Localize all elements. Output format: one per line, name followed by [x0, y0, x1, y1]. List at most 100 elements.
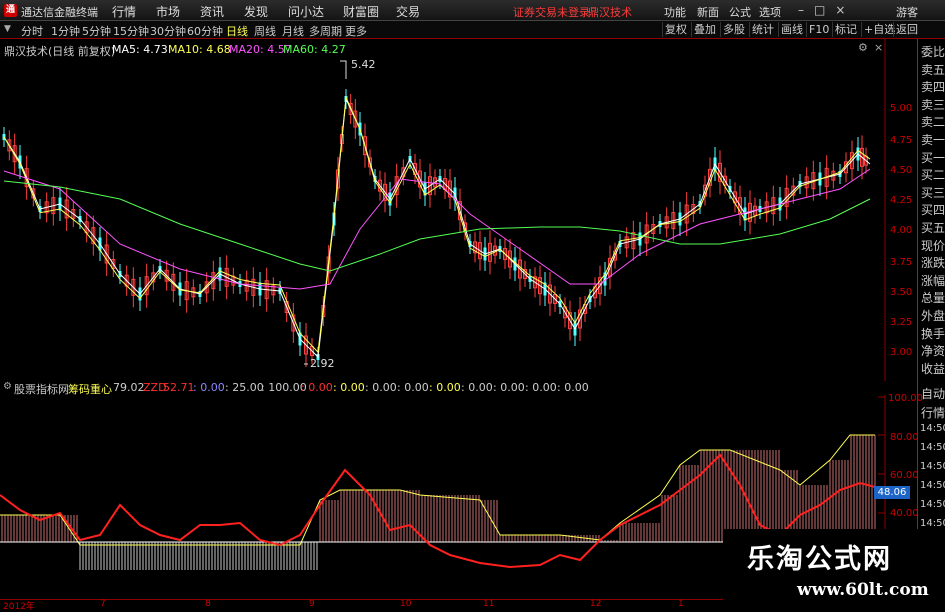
tool-draw[interactable]: 画线 [778, 22, 805, 37]
price-tick: 3.25 [890, 317, 913, 328]
tool-stats[interactable]: 统计 [749, 22, 776, 37]
tab-5min[interactable]: 5分钟 [82, 23, 111, 39]
quote-label: 卖五 [921, 62, 945, 77]
stock-name: 鼎汉技术 [588, 6, 632, 19]
tab-more[interactable]: 更多 [345, 23, 367, 39]
menu-discover[interactable]: 发现 [244, 3, 268, 20]
ind-extra: : 0.00 [557, 381, 589, 394]
quote-label: 卖二 [921, 115, 945, 130]
close-icon[interactable]: × [835, 3, 855, 17]
tab-30min[interactable]: 30分钟 [150, 23, 186, 39]
menu-market[interactable]: 市场 [156, 3, 180, 20]
watermark-cn: 乐淘公式网 [747, 544, 892, 575]
indicator-value: 79.02 [113, 381, 145, 394]
ind-extra: : 0.00 [429, 381, 461, 394]
quote-label: 净资 [921, 344, 945, 359]
price-tick: 3.00 [890, 347, 913, 358]
quote-label: 总量 [921, 291, 945, 306]
menu-wealth[interactable]: 财富圈 [343, 3, 379, 20]
price-tick: 4.00 [890, 225, 913, 236]
time-label: 自动 [921, 387, 945, 401]
sub-tick: 80.00 [890, 432, 919, 443]
tab-15min[interactable]: 15分钟 [113, 23, 149, 39]
menu-formula[interactable]: 公式 [729, 4, 751, 20]
settings-icon[interactable]: ⚙ [858, 41, 868, 54]
tab-multi-period[interactable]: 多周期 [309, 23, 342, 39]
x-tick: 8 [205, 599, 211, 609]
quote-label: 卖三 [921, 97, 945, 112]
price-tick: 5.00 [890, 103, 913, 114]
menu-trade[interactable]: 交易 [396, 3, 420, 20]
ind-extra: : 0.00 [333, 381, 365, 394]
zzd-value: 52.71 [163, 381, 195, 394]
tab-intraday[interactable]: 分时 [21, 23, 43, 39]
tool-multi-stock[interactable]: 多股 [720, 22, 747, 37]
menu-function[interactable]: 功能 [664, 4, 686, 20]
quote-label: 涨跌 [921, 256, 945, 271]
x-tick: 11 [483, 599, 495, 609]
tool-mark[interactable]: 标记 [832, 22, 859, 37]
app-logo-icon: 通 [4, 4, 17, 17]
quote-label: 卖一 [921, 133, 945, 147]
high-marker [340, 60, 347, 79]
dropdown-icon[interactable]: ▼ [4, 24, 11, 34]
menu-new-layout[interactable]: 新面 [697, 4, 719, 20]
ind-extra: : 0.00 [301, 381, 333, 394]
window-controls: –□× [798, 3, 855, 17]
tab-60min[interactable]: 60分钟 [187, 23, 223, 39]
price-tick: 4.25 [890, 195, 913, 206]
time-label: 14:50 [920, 423, 945, 434]
menu-options[interactable]: 选项 [759, 4, 781, 20]
kline-chart[interactable]: 鼎汉技术(日线 前复权) MA5: 4.73 MA10: 4.68 MA20: … [0, 39, 916, 381]
ma5-legend: MA5: 4.73 [112, 43, 168, 56]
price-tick: 4.50 [890, 165, 913, 176]
x-tick: 9 [309, 599, 315, 609]
ind-extra: : 0.00 [525, 381, 557, 394]
guest-label[interactable]: 游客 [896, 4, 918, 20]
close-panel-icon[interactable]: × [874, 41, 883, 54]
ind-extra: : 0.00 [493, 381, 525, 394]
quote-label: 买一 [921, 150, 945, 165]
tool-adjust[interactable]: 复权 [662, 22, 689, 37]
minimize-icon[interactable]: – [798, 3, 814, 17]
tab-1min[interactable]: 1分钟 [51, 23, 80, 39]
tab-monthly[interactable]: 月线 [282, 23, 304, 39]
tool-f10[interactable]: F10 [806, 22, 831, 37]
tool-back[interactable]: 返回 [893, 22, 920, 37]
ma60-legend: MA60: 4.27 [283, 43, 346, 56]
quote-label: 现价 [921, 238, 945, 253]
tab-weekly[interactable]: 周线 [254, 23, 276, 39]
menu-quotes[interactable]: 行情 [112, 3, 136, 20]
quote-label: 收益 [921, 361, 945, 376]
time-label: 14:50 [920, 518, 945, 529]
quote-label: 换手 [921, 326, 945, 341]
ind-extra: : 0.00 [397, 381, 429, 394]
quote-label: 买五 [921, 221, 945, 235]
quote-label: 委比 [921, 45, 945, 59]
menu-news[interactable]: 资讯 [200, 3, 224, 20]
restore-icon[interactable]: □ [814, 3, 835, 17]
sub-tick: 60.00 [890, 470, 919, 481]
menu-ask[interactable]: 问小达 [288, 3, 324, 20]
kline-canvas [2, 39, 886, 381]
tool-overlay[interactable]: 叠加 [691, 22, 718, 37]
quote-label: 买三 [921, 185, 945, 200]
x-tick: 10 [400, 599, 412, 609]
menu-bar: 通 通达信金融终端 行情 市场 资讯 发现 问小达 财富圈 交易 证券交易未登录… [0, 0, 945, 21]
ind-extra: : 0.00 [365, 381, 397, 394]
login-warning[interactable]: 证券交易未登录 [513, 4, 590, 20]
tab-daily[interactable]: 日线 [226, 23, 248, 39]
time-label: 14:50 [920, 480, 945, 491]
price-tick: 3.50 [890, 287, 913, 298]
indicator-header: ⚙ 股票指标网 筹码重心 79.02 ZZD 52.71 : 0.00 : 25… [0, 381, 916, 396]
ind-extra: : 100.00 [261, 381, 307, 394]
watermark: 乐淘公式网 www.60lt.com [723, 529, 945, 609]
ma10-legend: MA10: 4.68 [168, 43, 231, 56]
quote-label: 涨幅 [921, 273, 945, 288]
x-tick: 12 [590, 599, 602, 609]
x-tick: 1 [678, 599, 684, 609]
tool-add-favorite[interactable]: +自选 [861, 22, 897, 37]
watermark-url: www.60lt.com [797, 580, 929, 600]
ind-extra: : 25.00 [225, 381, 264, 394]
indicator-settings-icon[interactable]: ⚙ [3, 381, 12, 392]
